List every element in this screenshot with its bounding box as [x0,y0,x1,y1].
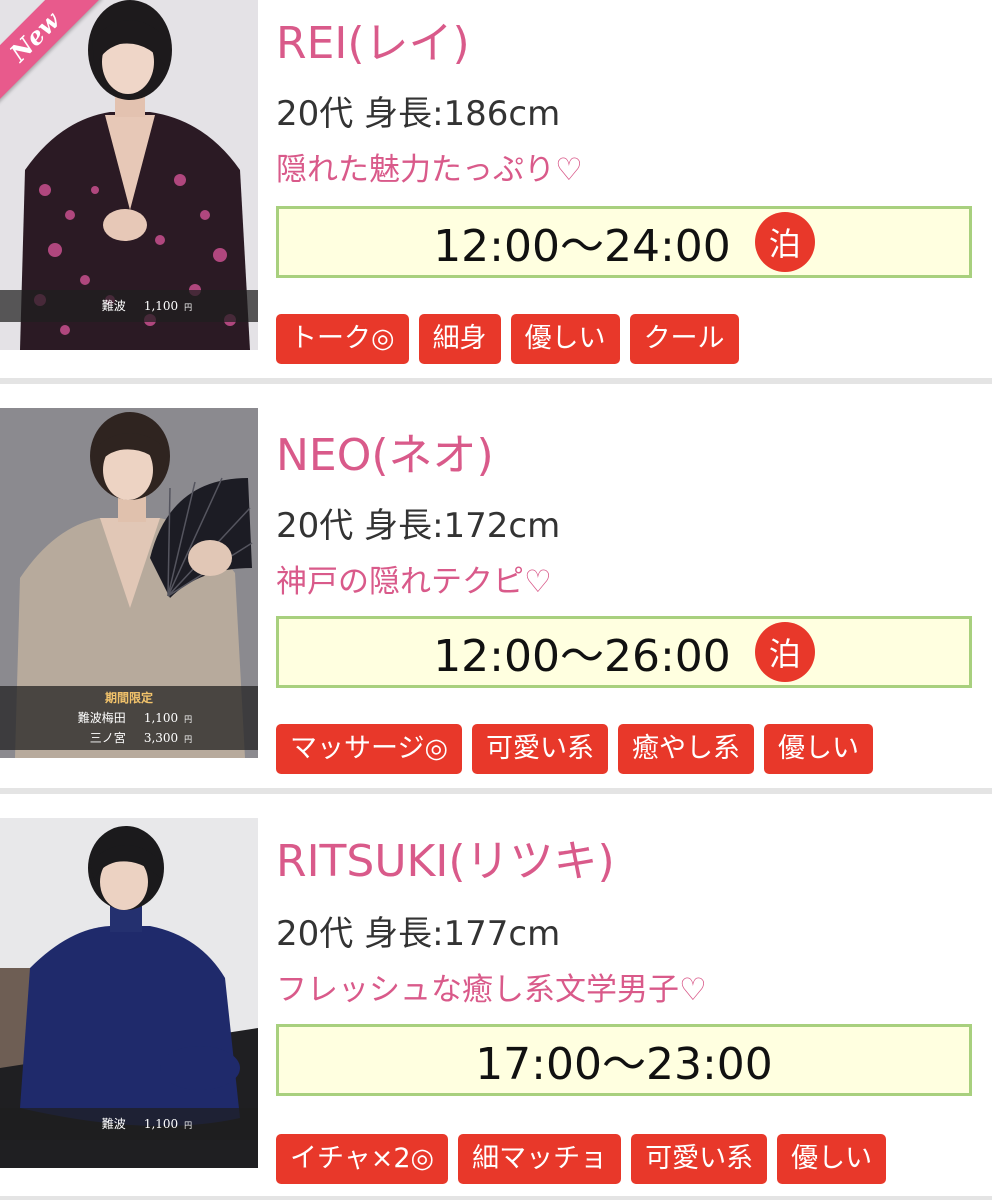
card-separator [0,1196,992,1200]
photo-price-line: 難波 1,100 円 [0,1114,258,1134]
price-unit: 円 [184,735,193,744]
photo-price-band: 難波 1,100 円 [0,1108,258,1140]
tag-chip: 癒やし系 [618,724,755,774]
tag-chip: クール [629,314,739,364]
work-hours: 12:00〜26:00 [433,631,731,682]
limited-period-label: 期間限定 [104,691,153,705]
cast-name[interactable]: REI(レイ) [276,18,470,70]
tag-list: イチャ×2◎ 細マッチョ 可愛い系 優しい [276,1134,887,1184]
work-hours-box: 12:00〜24:00 泊 [276,206,972,278]
photo-price-line: 三ノ宮 3,300 円 [0,728,258,748]
work-hours-box: 17:00〜23:00 [276,1024,972,1096]
cast-name[interactable]: RITSUKI(リツキ) [276,836,615,888]
tag-chip: イチャ×2◎ [276,1134,449,1184]
price-amount: 1,100 [143,1117,179,1131]
price-amount: 1,100 [143,299,179,313]
tag-chip: マッサージ◎ [276,724,463,774]
cast-age-height: 20代 身長:172cm [276,506,561,546]
tag-chip: トーク◎ [276,314,409,364]
card-separator [0,378,992,384]
cast-name[interactable]: NEO(ネオ) [276,430,494,482]
overnight-badge: 泊 [754,622,815,682]
work-hours: 17:00〜23:00 [475,1039,773,1090]
cast-photo[interactable]: New 難波 1,100 円 [0,0,258,350]
cast-card-rei[interactable]: New 難波 1,100 円 REI(レイ) 20代 身長:186cm 隠れた魅力た… [0,0,992,378]
tag-chip: 優しい [777,1134,887,1184]
tag-chip: 優しい [510,314,620,364]
price-location: 難波 [101,299,126,313]
card-separator [0,788,992,794]
tag-chip: 可愛い系 [472,724,609,774]
photo-price-line: 難波 1,100 円 [0,296,258,316]
cast-age-height: 20代 身長:186cm [276,94,561,134]
tag-chip: 細マッチョ [458,1134,622,1184]
price-amount: 3,300 [143,731,179,745]
price-unit: 円 [184,715,193,724]
photo-price-line: 難波梅田 1,100 円 [0,708,258,728]
cast-photo[interactable]: 難波 1,100 円 [0,818,258,1168]
tag-list: マッサージ◎ 可愛い系 癒やし系 優しい [276,724,874,774]
tag-chip: 可愛い系 [631,1134,768,1184]
price-unit: 円 [184,303,193,312]
work-hours-box: 12:00〜26:00 泊 [276,616,972,688]
price-location: 難波 [101,1117,126,1131]
price-unit: 円 [184,1121,193,1130]
overnight-badge: 泊 [754,212,815,272]
cast-card-ritsuki[interactable]: 難波 1,100 円 RITSUKI(リツキ) 20代 身長:177cm フレッシュ… [0,818,992,1196]
price-location: 三ノ宮 [89,731,126,745]
cast-card-neo[interactable]: 期間限定 難波梅田 1,100 円 三ノ宮 3,300 円 NEO(ネオ) 20代 身長… [0,408,992,786]
tag-chip: 優しい [764,724,874,774]
photo-price-band: 期間限定 難波梅田 1,100 円 三ノ宮 3,300 円 [0,686,258,750]
cast-age-height: 20代 身長:177cm [276,914,561,954]
cast-catchphrase: フレッシュな癒し系文学男子♡ [276,972,707,1008]
price-amount: 1,100 [143,711,179,725]
cast-catchphrase: 神戸の隠れテクピ♡ [276,564,552,600]
cast-photo[interactable]: 期間限定 難波梅田 1,100 円 三ノ宮 3,300 円 [0,408,258,758]
tag-list: トーク◎ 細身 優しい クール [276,314,739,364]
photo-price-band: 難波 1,100 円 [0,290,258,322]
price-location: 難波梅田 [77,711,126,725]
tag-chip: 細身 [418,314,501,364]
cast-catchphrase: 隠れた魅力たっぷり♡ [276,152,583,188]
work-hours: 12:00〜24:00 [433,221,731,272]
